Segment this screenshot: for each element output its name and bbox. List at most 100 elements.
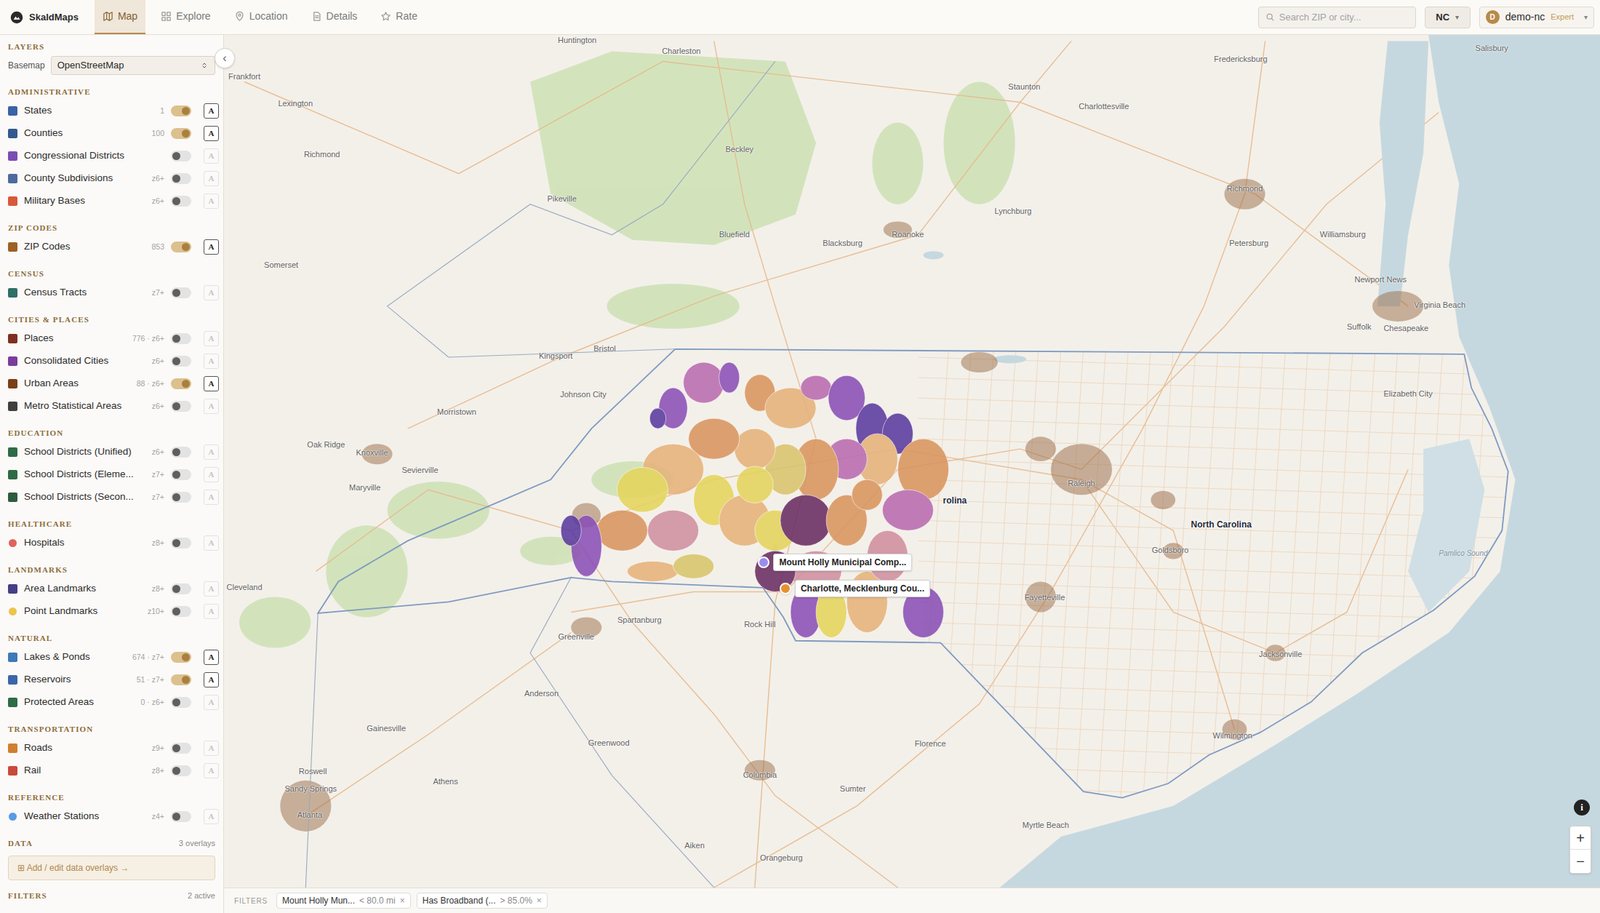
label-toggle-button[interactable]: A (203, 581, 219, 597)
map-place-label: Blacksburg (822, 233, 862, 251)
map-pin[interactable]: Charlotte, Mecklenburg Cou... (779, 579, 931, 598)
label-toggle-button[interactable]: A (203, 376, 219, 392)
layer-toggle[interactable] (170, 491, 192, 503)
map-place-label: Spartanburg (617, 610, 662, 628)
layer-toggle[interactable] (170, 333, 192, 344)
layer-toggle[interactable] (170, 173, 192, 184)
layer-toggle[interactable] (170, 378, 192, 390)
layer-toggle[interactable] (170, 355, 192, 367)
label-toggle-button[interactable]: A (203, 808, 219, 824)
map-place-label: Wilmington (1213, 725, 1253, 744)
remove-filter-icon[interactable]: × (400, 893, 406, 907)
label-toggle-button[interactable]: A (203, 193, 219, 209)
collapse-icon: ‹ (222, 52, 227, 64)
filter-label: Has Broadband (... (422, 893, 496, 907)
layer-toggle[interactable] (170, 195, 192, 207)
zoom-in-button[interactable]: + (1570, 826, 1591, 850)
logo[interactable]: SkaldMaps (0, 10, 79, 25)
info-button[interactable]: i (1573, 799, 1590, 816)
layer-toggle[interactable] (170, 605, 192, 617)
toggle-knob (172, 584, 181, 593)
layers-sidebar: LAYERSBasemapOpenStreetMapADMINISTRATIVE… (0, 34, 224, 913)
nav-tab[interactable]: Location (226, 0, 296, 35)
label-toggle-button[interactable]: A (203, 694, 219, 710)
place-name: Staunton (1008, 82, 1040, 91)
map-place-label: Bluefield (719, 224, 750, 243)
layer-toggle[interactable] (170, 446, 192, 458)
zoom-out-button[interactable]: − (1570, 849, 1591, 873)
remove-filter-icon[interactable]: × (536, 893, 542, 907)
search-input[interactable] (1279, 10, 1409, 25)
label-toggle-button[interactable]: A (203, 148, 219, 164)
layer-label: Area Landmarks (24, 581, 150, 596)
choropleth-region (626, 560, 678, 582)
label-toggle-button[interactable]: A (203, 285, 219, 301)
label-toggle-button[interactable]: A (203, 170, 219, 187)
nav-tab[interactable]: Details (303, 0, 366, 35)
filters-title: FILTERS (8, 889, 48, 902)
layer-toggle[interactable] (170, 674, 192, 686)
add-overlays-button[interactable]: ⊞ Add / edit data overlays → (8, 855, 216, 880)
layer-toggle[interactable] (170, 287, 192, 299)
label-toggle-button[interactable]: A (203, 103, 219, 119)
nav-tab[interactable]: Map (94, 0, 146, 35)
label-toggle-button[interactable]: A (203, 489, 219, 505)
label-toggle-button[interactable]: A (203, 125, 219, 142)
label-toggle-button[interactable]: A (203, 603, 219, 619)
label-toggle-button[interactable]: A (203, 239, 219, 255)
layer-row: School Districts (Unified)z6+A (0, 440, 224, 464)
layer-toggle[interactable] (170, 537, 192, 549)
map-canvas[interactable]: HuntingtonCharlestonFrankfortLexingtonRi… (224, 34, 1600, 888)
label-toggle-button[interactable]: A (203, 649, 219, 665)
label-toggle-button[interactable]: A (203, 353, 219, 369)
nav-tab[interactable]: Rate (372, 0, 426, 35)
choropleth-region (683, 362, 725, 403)
label-toggle-button[interactable]: A (203, 444, 219, 460)
map-place-label: Myrtle Beach (1022, 815, 1070, 833)
layer-toggle[interactable] (170, 469, 192, 480)
label-toggle-button[interactable]: A (203, 740, 219, 756)
toggle-knob (181, 379, 190, 388)
layer-toggle[interactable] (170, 241, 192, 253)
collapse-sidebar-button[interactable]: ‹ (214, 48, 235, 69)
layer-toggle[interactable] (170, 742, 192, 754)
section-header: CENSUS (0, 265, 224, 282)
map-pin[interactable]: Mount Holly Municipal Comp... (757, 553, 912, 571)
layer-toggle[interactable] (170, 696, 192, 708)
layer-toggle[interactable] (170, 810, 192, 822)
layer-toggle[interactable] (170, 765, 192, 776)
layer-toggle[interactable] (170, 105, 192, 117)
layer-toggle[interactable] (170, 651, 192, 663)
nav-tab[interactable]: Explore (152, 0, 219, 35)
state-picker[interactable]: NC▾ (1424, 6, 1471, 29)
user-menu[interactable]: Ddemo-ncExpert▾ (1479, 6, 1595, 29)
filter-chip[interactable]: Mount Holly Mun...< 80.0 mi× (276, 892, 411, 909)
map-place-label: Somerset (264, 255, 299, 273)
label-toggle-button[interactable]: A (203, 466, 219, 483)
layer-row: Lakes & Ponds674 · z7+A (0, 645, 224, 669)
place-name: Morristown (437, 407, 477, 416)
label-toggle-button[interactable]: A (203, 762, 219, 779)
pin-dot (779, 582, 792, 595)
layer-row: Census Tractsz7+A (0, 281, 224, 304)
place-name: Goldsboro (1152, 545, 1190, 555)
section-header: REFERENCE (0, 789, 224, 806)
search-box[interactable] (1258, 6, 1416, 29)
basemap-select[interactable]: OpenStreetMap (50, 56, 216, 75)
layer-swatch (8, 378, 18, 389)
layer-toggle[interactable] (170, 150, 192, 162)
label-toggle-button[interactable]: A (203, 398, 219, 414)
layer-label: Consolidated Cities (24, 353, 150, 368)
filter-chip[interactable]: Has Broadband (...> 85.0%× (416, 892, 548, 909)
label-toggle-button[interactable]: A (203, 672, 219, 688)
layer-label: Congressional Districts (24, 148, 165, 163)
layer-toggle[interactable] (170, 583, 192, 595)
label-toggle-button[interactable]: A (203, 330, 219, 347)
label-toggle-button[interactable]: A (203, 535, 219, 551)
section-header: CITIES & PLACES (0, 311, 224, 328)
place-name: Charlottesville (1078, 101, 1129, 111)
layer-toggle[interactable] (170, 128, 192, 139)
section-header: EDUCATION (0, 424, 224, 441)
place-name: Greenwood (588, 738, 630, 747)
layer-toggle[interactable] (170, 400, 192, 412)
